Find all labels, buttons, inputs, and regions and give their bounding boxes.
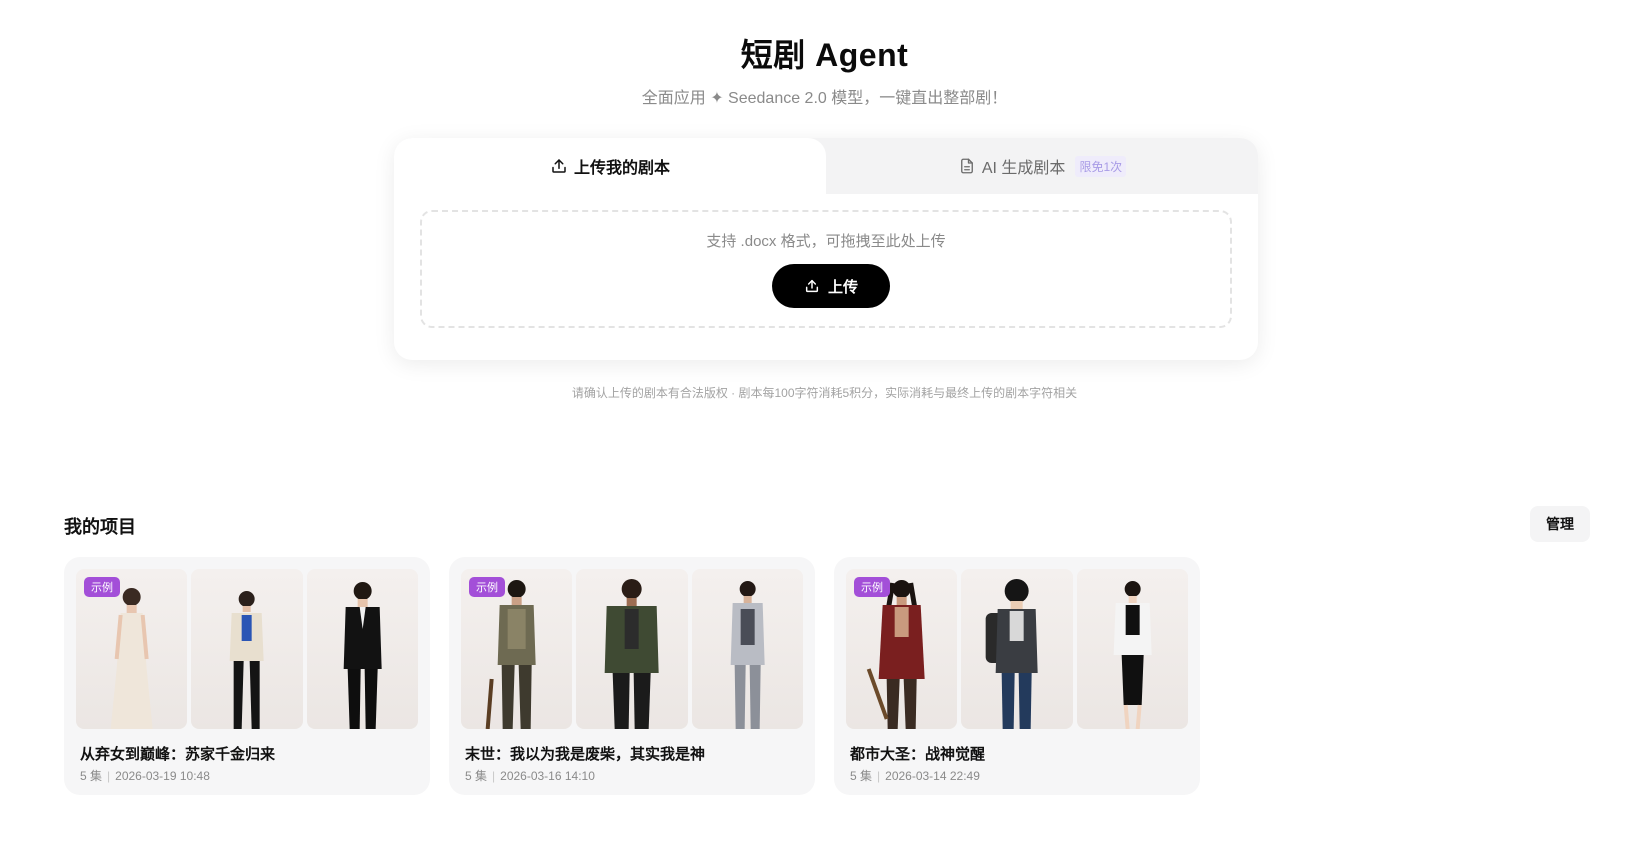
project-card[interactable]: 示例 从弃女到巅峰：苏家千金归来 5 集 | 2026-03-19 10:48	[64, 557, 430, 795]
document-icon	[958, 157, 976, 175]
character-thumb-man-black-tuxedo	[306, 569, 418, 729]
upload-icon	[804, 278, 820, 294]
upload-button[interactable]: 上传	[772, 264, 890, 308]
meta-separator: |	[492, 769, 496, 783]
manage-button[interactable]: 管理	[1530, 506, 1590, 542]
project-meta: 5 集 | 2026-03-14 22:49	[850, 767, 980, 784]
character-thumb-woman-tweed-jacket	[191, 569, 303, 729]
project-date: 2026-03-19 10:48	[115, 769, 210, 783]
example-badge: 示例	[469, 577, 505, 597]
character-thumb-woman-white-blazer	[1076, 569, 1188, 729]
tab-upload-label: 上传我的剧本	[573, 160, 670, 177]
project-date: 2026-03-14 22:49	[885, 769, 980, 783]
character-thumb-boy-backpack-hoodie	[961, 569, 1073, 729]
page-title: 短剧 Agent	[740, 37, 909, 73]
project-title: 都市大圣：战神觉醒	[850, 746, 986, 763]
meta-separator: |	[877, 769, 881, 783]
upload-dropzone[interactable]: 支持 .docx 格式，可拖拽至此处上传 上传	[420, 210, 1232, 328]
project-title: 从弃女到巅峰：苏家千金归来	[80, 746, 276, 763]
page-subtitle: 全面应用 ✦ Seedance 2.0 模型，一键直出整部剧！	[641, 90, 1008, 107]
character-thumbnails	[461, 569, 803, 729]
character-thumb-woman-armored-suit	[691, 569, 803, 729]
project-card[interactable]: 示例 末世：我以为我是废柴，其实我是神 5 集 | 2026-03-16 14:10	[449, 557, 815, 795]
character-thumbnails	[76, 569, 418, 729]
project-title: 末世：我以为我是废柴，其实我是神	[465, 746, 706, 763]
project-date: 2026-03-16 14:10	[500, 769, 595, 783]
meta-separator: |	[107, 769, 111, 783]
project-card[interactable]: 示例 都市大圣：战神觉醒 5 集 | 2026-03-14 22:49	[834, 557, 1200, 795]
character-thumb-man-green-jacket	[576, 569, 688, 729]
tab-bar: 上传我的剧本 AI 生成剧本 限免1次	[394, 138, 1258, 194]
example-badge: 示例	[854, 577, 890, 597]
project-meta: 5 集 | 2026-03-16 14:10	[465, 767, 595, 784]
project-meta: 5 集 | 2026-03-19 10:48	[80, 767, 210, 784]
script-input-card: 上传我的剧本 AI 生成剧本 限免1次 支持 .docx 格式，可拖拽至此处上传…	[394, 138, 1258, 360]
upload-button-label: 上传	[827, 278, 858, 296]
free-trial-badge: 限免1次	[1075, 155, 1127, 177]
tab-ai-label: AI 生成剧本	[981, 160, 1066, 177]
copyright-disclaimer: 请确认上传的剧本有合法版权 · 剧本每100字符消耗5积分，实际消耗与最终上传的…	[571, 386, 1078, 400]
episode-count: 5 集	[465, 769, 488, 783]
my-projects-title: 我的项目	[64, 517, 136, 537]
upload-hint: 支持 .docx 格式，可拖拽至此处上传	[706, 233, 946, 250]
character-thumbnails	[846, 569, 1188, 729]
upload-icon	[550, 157, 568, 175]
episode-count: 5 集	[850, 769, 873, 783]
tab-upload-script[interactable]: 上传我的剧本	[394, 138, 826, 194]
episode-count: 5 集	[80, 769, 103, 783]
tab-ai-generate[interactable]: AI 生成剧本 限免1次	[826, 138, 1258, 194]
example-badge: 示例	[84, 577, 120, 597]
